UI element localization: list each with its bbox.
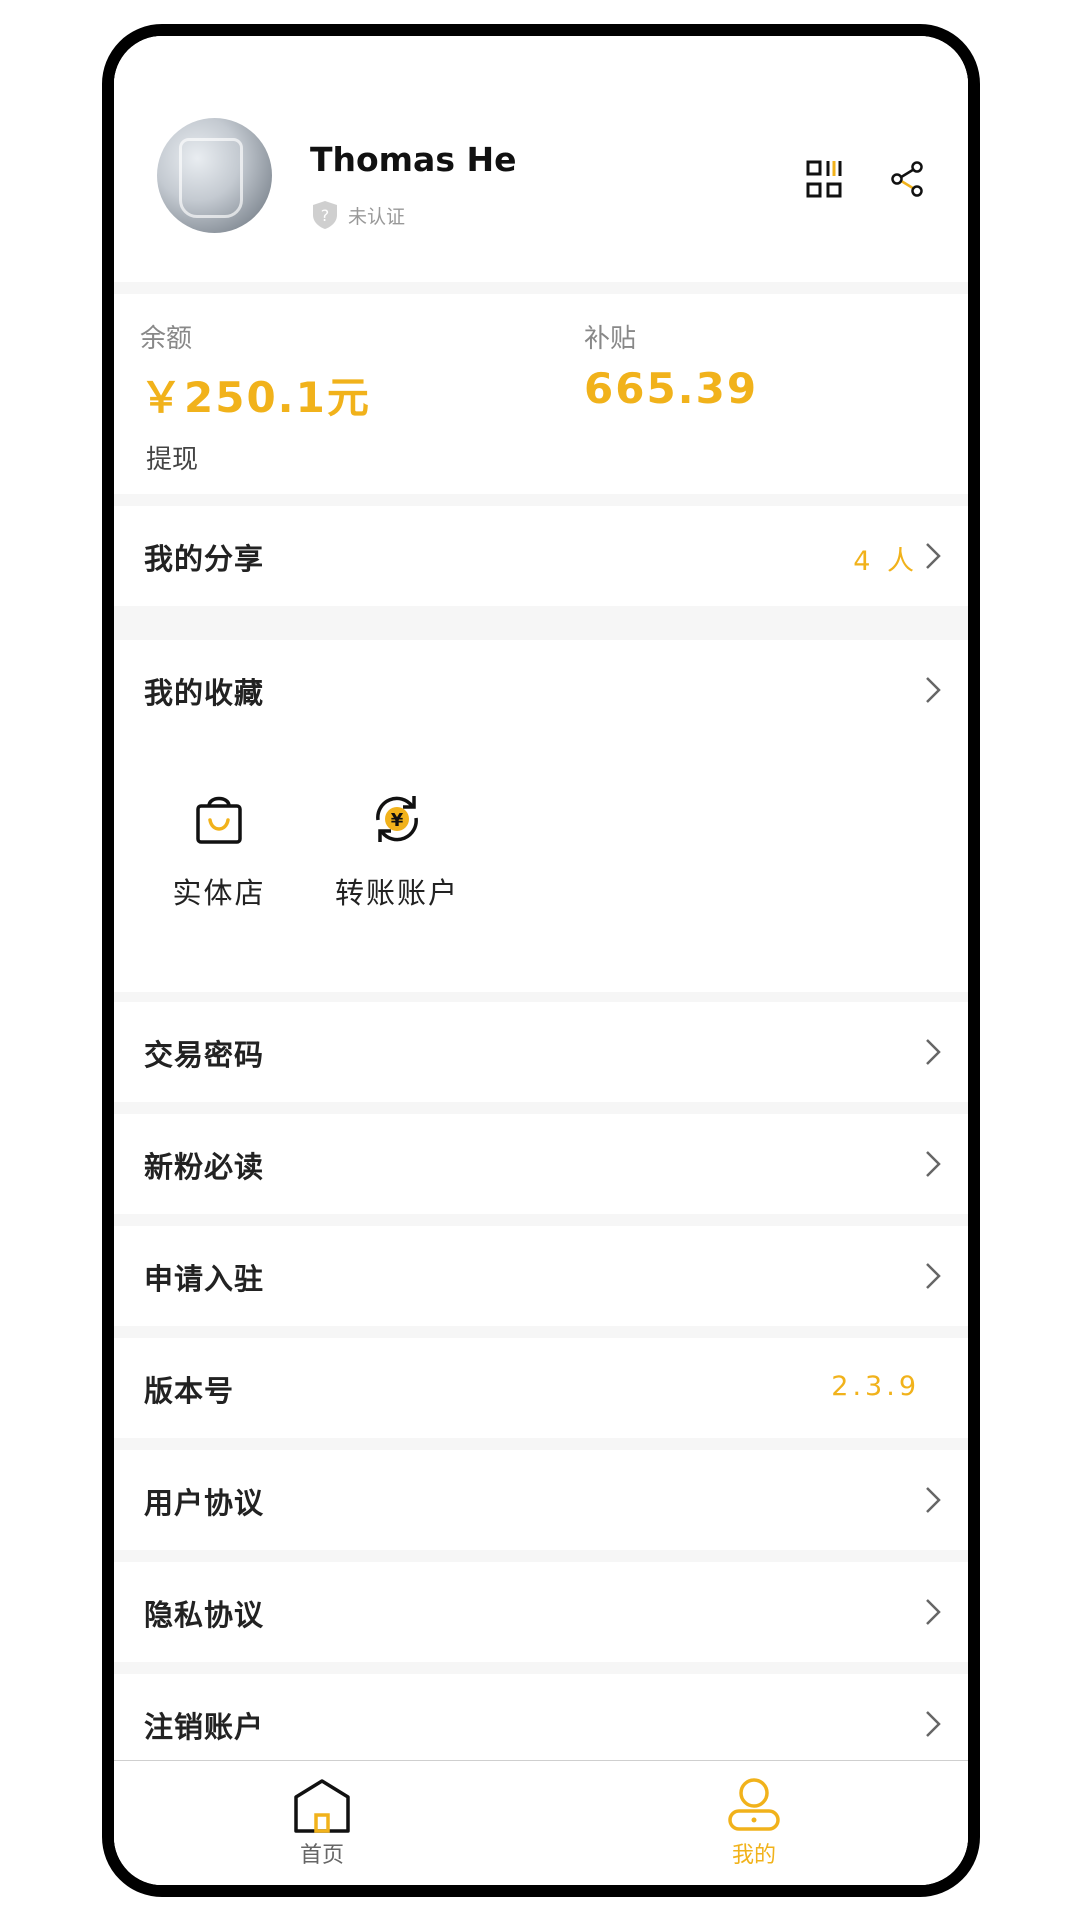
- favorite-label: 实体店: [172, 876, 266, 910]
- mine-screen: Thomas He ? 未认证 余额 ￥250.1元 补贴 665.39 提现 …: [114, 36, 968, 1885]
- row-label: 新粉必读: [144, 1150, 265, 1184]
- version-value: 2.3.9: [831, 1371, 920, 1402]
- row-label: 版本号: [144, 1374, 235, 1408]
- svg-text:¥: ¥: [391, 810, 404, 831]
- chevron-right-icon: [926, 1263, 941, 1289]
- profile-header: Thomas He ? 未认证: [114, 36, 968, 282]
- share-count: 4 人: [853, 546, 918, 577]
- row-label: 注销账户: [144, 1710, 265, 1744]
- favorites-section: 我的收藏 实体店 ¥ 转账账户: [114, 640, 968, 992]
- chevron-right-icon: [926, 543, 941, 569]
- home-icon: [294, 1779, 350, 1833]
- row-label: 用户协议: [144, 1486, 265, 1520]
- share-icon[interactable]: [890, 160, 926, 198]
- row-label: 交易密码: [144, 1038, 265, 1072]
- tab-label: 首页: [299, 1843, 344, 1868]
- user-icon: [728, 1778, 780, 1831]
- row-trade-password[interactable]: 交易密码: [114, 1002, 968, 1102]
- bottom-tab-bar: 首页 我的: [114, 1760, 968, 1885]
- chevron-right-icon: [926, 677, 941, 703]
- row-label: 我的分享: [144, 542, 265, 576]
- row-my-share[interactable]: 我的分享 4 人: [114, 506, 968, 606]
- row-label: 申请入驻: [144, 1262, 265, 1296]
- row-label: 我的收藏: [144, 676, 265, 710]
- row-cancel-account[interactable]: 注销账户: [114, 1674, 968, 1774]
- yuan-exchange-icon: ¥: [376, 796, 418, 842]
- user-name: Thomas He: [310, 140, 517, 179]
- row-version: 版本号 2.3.9: [114, 1338, 968, 1438]
- row-my-favorites[interactable]: 我的收藏: [114, 640, 968, 740]
- row-user-agreement[interactable]: 用户协议: [114, 1450, 968, 1550]
- subsidy-value: 665.39: [584, 364, 759, 413]
- svg-text:?: ?: [321, 206, 330, 225]
- tab-home[interactable]: 首页: [262, 1775, 382, 1869]
- qr-code-icon[interactable]: [806, 160, 844, 198]
- shield-question-icon: ?: [313, 201, 337, 229]
- tab-mine[interactable]: 我的: [694, 1775, 814, 1869]
- verification-status[interactable]: ? 未认证: [310, 199, 405, 231]
- row-apply-settle[interactable]: 申请入驻: [114, 1226, 968, 1326]
- verification-text: 未认证: [348, 205, 406, 228]
- subsidy-label: 补贴: [584, 324, 637, 354]
- favorite-item-transfer[interactable]: ¥ 转账账户: [312, 790, 482, 912]
- shopping-bag-icon: [196, 796, 242, 844]
- favorite-label: 转账账户: [334, 876, 459, 910]
- balance-value: ￥250.1元: [140, 373, 371, 422]
- withdraw-button[interactable]: 提现: [146, 439, 198, 476]
- balance-label: 余额: [140, 324, 193, 354]
- phone-frame: Thomas He ? 未认证 余额 ￥250.1元 补贴 665.39 提现 …: [102, 24, 980, 1897]
- chevron-right-icon: [926, 1487, 941, 1513]
- avatar[interactable]: [157, 118, 272, 233]
- balance-card: 余额 ￥250.1元 补贴 665.39 提现: [114, 294, 968, 494]
- chevron-right-icon: [926, 1151, 941, 1177]
- chevron-right-icon: [926, 1039, 941, 1065]
- row-privacy-agreement[interactable]: 隐私协议: [114, 1562, 968, 1662]
- tab-label: 我的: [731, 1843, 776, 1868]
- chevron-right-icon: [926, 1711, 941, 1737]
- row-label: 隐私协议: [144, 1598, 265, 1632]
- chevron-right-icon: [926, 1599, 941, 1625]
- row-newbie-guide[interactable]: 新粉必读: [114, 1114, 968, 1214]
- favorite-item-store[interactable]: 实体店: [134, 790, 304, 912]
